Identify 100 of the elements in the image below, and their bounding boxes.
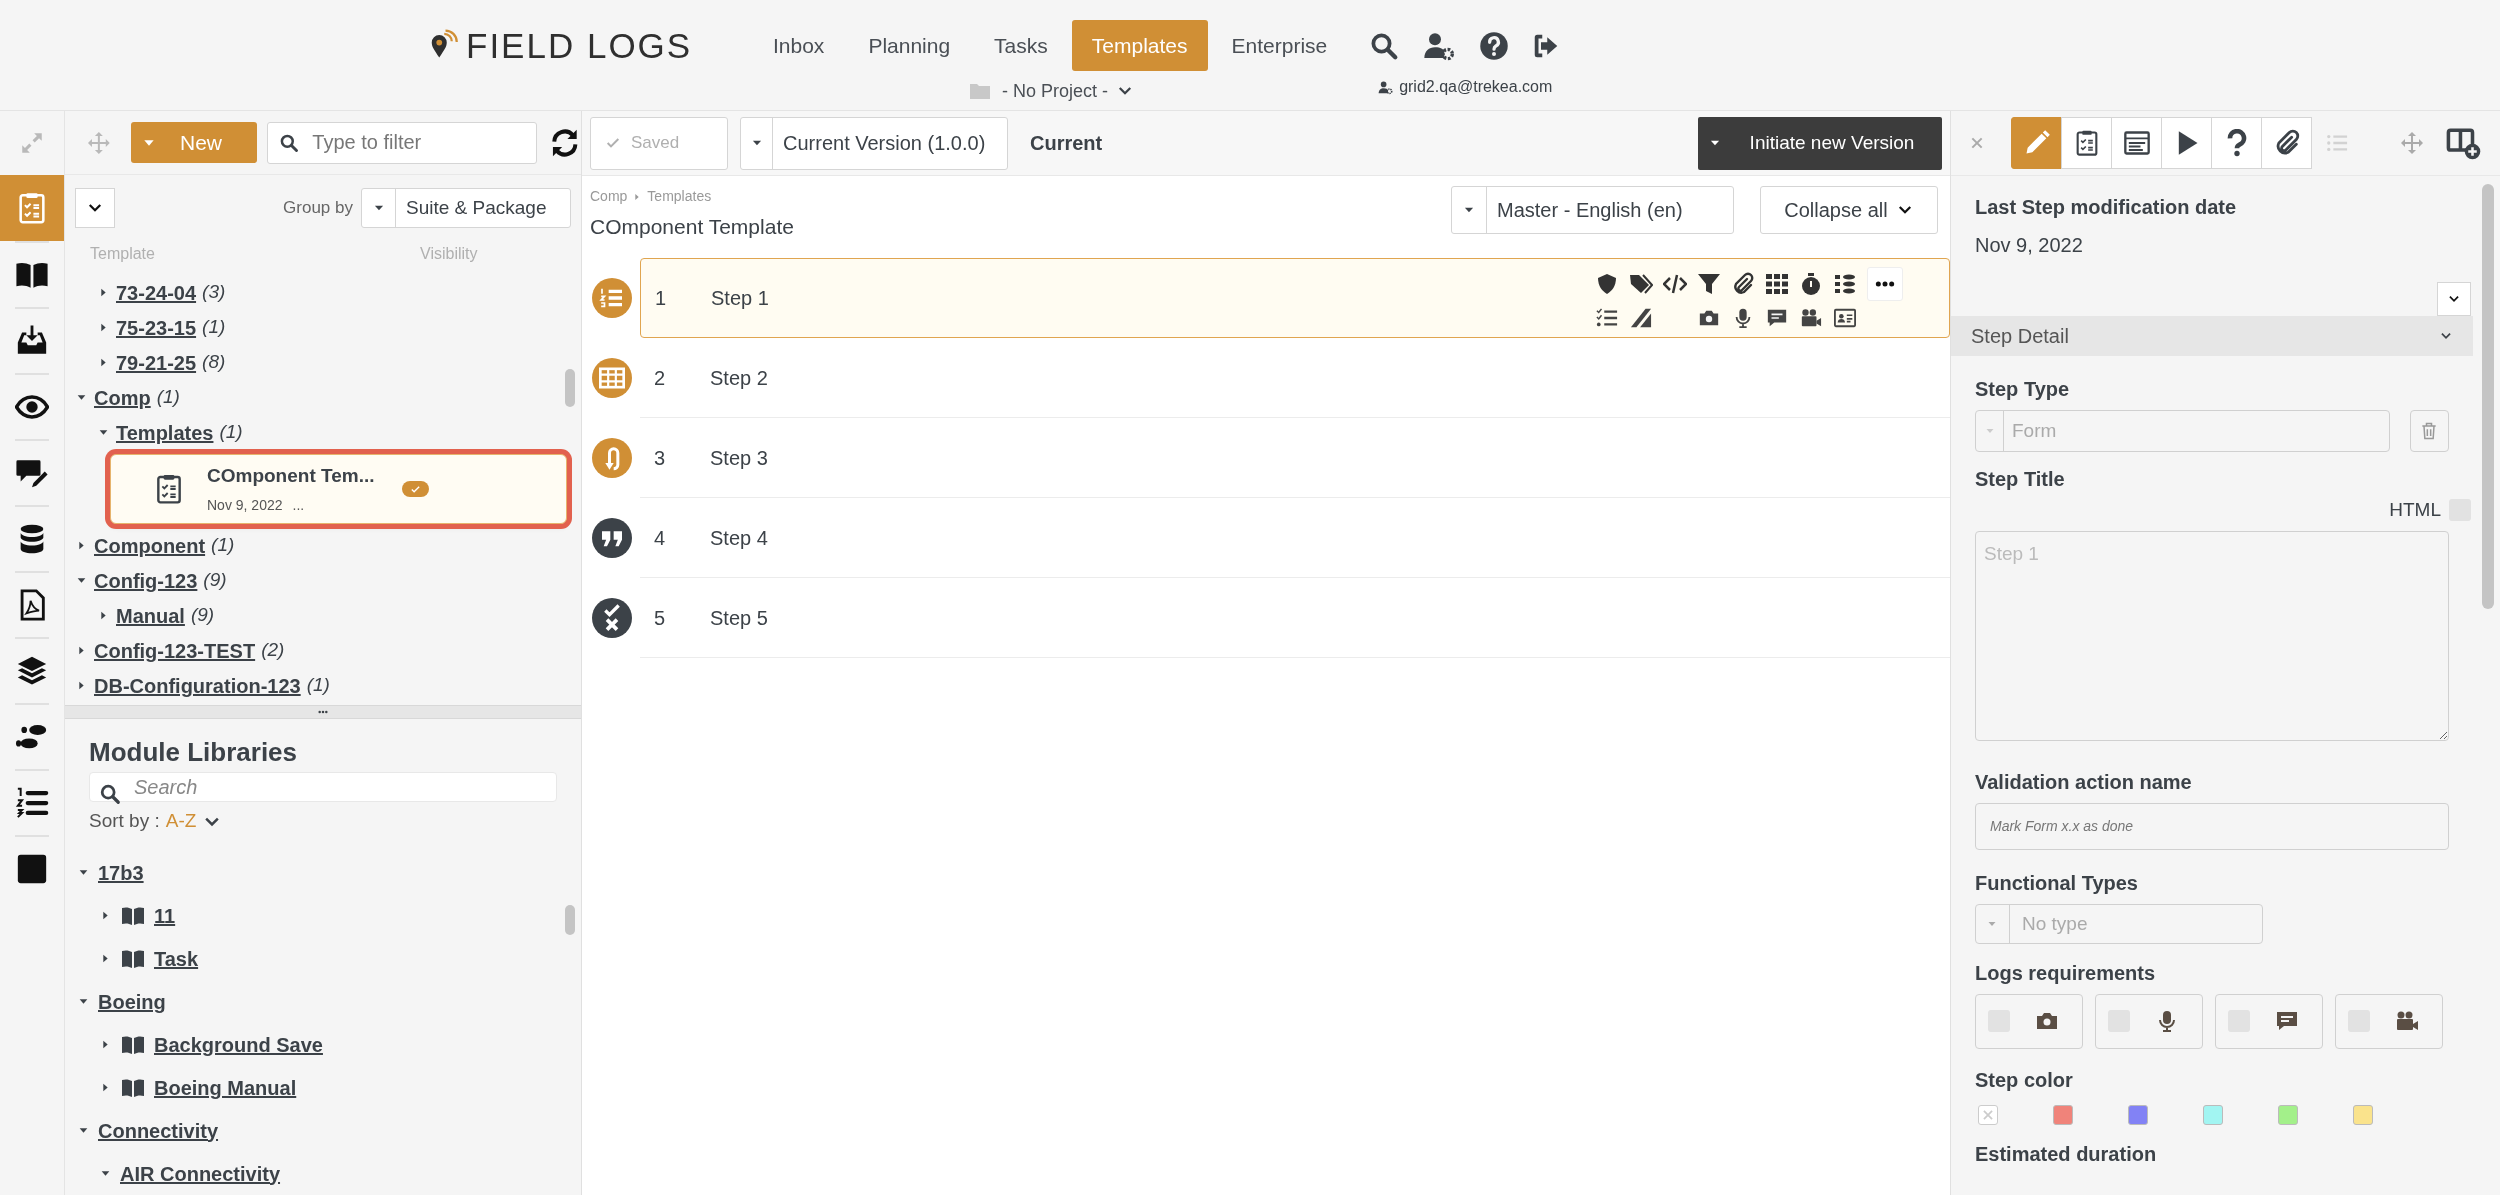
step-title-field[interactable]: Step 1 [1975,530,2449,741]
tree-item[interactable]: 11 [154,900,176,931]
checklist-icon[interactable] [1595,307,1619,329]
nav-tab[interactable]: Inbox [753,20,845,71]
panel-tab[interactable] [2161,117,2212,169]
section-header[interactable]: Step Detail [1951,316,2473,356]
item-count: (1) [306,673,330,698]
step-row[interactable]: 5 Step 5 [640,578,1950,658]
add-column-icon[interactable] [2446,126,2482,160]
color-swatch[interactable] [2353,1104,2373,1125]
color-swatch[interactable] [2053,1104,2073,1125]
tree-item[interactable]: Boeing [98,986,166,1017]
tree-item[interactable]: 79-21-25 [116,347,197,378]
tree-item[interactable]: Config-123 [94,565,198,596]
step-title[interactable]: Step 4 [710,522,768,553]
group-by-select[interactable]: Suite & Package [361,188,571,228]
tree-item[interactable]: 17b3 [98,857,144,888]
field-label: Last Step modification date [1974,195,2238,220]
html-label: HTML [2389,498,2441,522]
step-title[interactable]: Step 1 [711,283,769,313]
step-row[interactable]: 2 Step 2 [640,338,1950,418]
item-count: (1) [202,315,226,340]
search-icon [99,783,121,805]
database-list-icon[interactable] [1833,272,1857,296]
panel-tab[interactable] [2211,117,2262,169]
tree-item[interactable]: AIR Connectivity [120,1158,281,1189]
tree-item[interactable]: DB-Configuration-123 [94,670,301,701]
collapse-all-button[interactable]: Collapse all [1760,186,1938,234]
field-label: Functional Types [1974,870,2139,896]
square-icon [15,852,49,886]
item-count: (1) [156,385,180,410]
step-row[interactable]: 1 Step 1 [640,258,1950,338]
initiate-version-button[interactable]: Initiate new Version [1698,116,1942,170]
filter-field[interactable]: Type to filter [267,121,538,164]
check-cross-icon [592,598,632,638]
tree-item[interactable]: Config-123-TEST [94,635,256,666]
item-count: (9) [203,568,227,593]
language-select[interactable]: Master - English (en) [1451,186,1734,234]
color-swatch[interactable] [2128,1104,2148,1125]
collapse-dropdown[interactable] [2437,282,2471,316]
search-icon [279,132,300,153]
nav-tab[interactable]: Planning [848,20,971,71]
tag-icon[interactable] [1629,272,1653,296]
help-icon[interactable] [1479,30,1510,61]
id-card-icon[interactable] [1833,307,1857,329]
tree-item[interactable]: Comp [94,382,151,413]
grid-icon[interactable] [1765,272,1789,296]
tree-item[interactable]: Manual [116,600,185,631]
panel-tab[interactable] [2111,117,2162,169]
column-header: Visibility [420,244,478,264]
tree-item[interactable]: Task [154,943,199,974]
tree-item[interactable]: Templates [116,417,214,448]
modified-date: Nov 9, 2022 [1974,233,2084,258]
version-select[interactable]: Current Version (1.0.0) [740,116,1008,170]
video-camera-icon[interactable] [1799,307,1823,329]
project-selector[interactable]: - No Project - [966,74,1135,108]
step-row[interactable]: 3 Step 3 [640,418,1950,498]
tree-item[interactable]: Background Save [154,1029,323,1060]
comment-icon[interactable] [1765,307,1789,329]
table-icon [592,358,632,398]
search-field[interactable]: Search [89,772,557,803]
code-icon[interactable] [1663,272,1687,296]
panel-tab[interactable] [2061,117,2112,169]
panel-tab[interactable] [2261,117,2312,169]
stopwatch-icon[interactable] [1799,272,1823,296]
numbered-list-icon [15,786,49,820]
item-count: (3) [202,280,226,305]
nav-tab[interactable]: Tasks [974,20,1068,71]
step-title[interactable]: Step 3 [710,442,768,473]
no-color-swatch[interactable] [1978,1104,1998,1125]
tree-item[interactable]: Connectivity [98,1115,219,1146]
shield-icon[interactable] [1595,272,1619,296]
step-title[interactable]: Step 5 [710,602,768,633]
tree-item[interactable]: Component [94,530,206,561]
slash-stripes-icon[interactable] [1629,307,1653,329]
more-text: ... [292,495,305,515]
tree-item[interactable]: 75-23-15 [116,312,197,343]
color-swatch[interactable] [2278,1104,2298,1125]
numbered-list-icon [592,278,632,318]
paperclip-icon[interactable] [1731,272,1755,296]
color-swatch[interactable] [2203,1104,2223,1125]
step-title[interactable]: Step 2 [710,362,768,393]
filter-icon[interactable] [1697,272,1721,296]
functional-types-select[interactable]: No type [1975,903,2263,944]
item-count: (1) [219,420,243,445]
field-label: Step Type [1974,377,2071,402]
validation-name-field[interactable]: Mark Form x.x as done [1975,802,2449,850]
scrollbar-thumb[interactable] [2482,184,2494,609]
tree-item[interactable]: Boeing Manual [154,1072,297,1103]
sort-label: Sort by : [89,809,160,834]
step-row[interactable]: 4 Step 4 [640,498,1950,578]
item-count: (1) [211,533,235,558]
field-label: Step color [1974,1067,2074,1093]
tree-item[interactable]: 73-24-04 [116,277,197,308]
scrollbar-thumb[interactable] [565,369,575,407]
step-number: 2 [653,365,667,391]
scrollbar-thumb[interactable] [565,905,575,935]
nav-tab[interactable]: Enterprise [1211,20,1348,71]
more-button[interactable] [1867,267,1903,301]
delete-button[interactable] [2409,410,2449,452]
